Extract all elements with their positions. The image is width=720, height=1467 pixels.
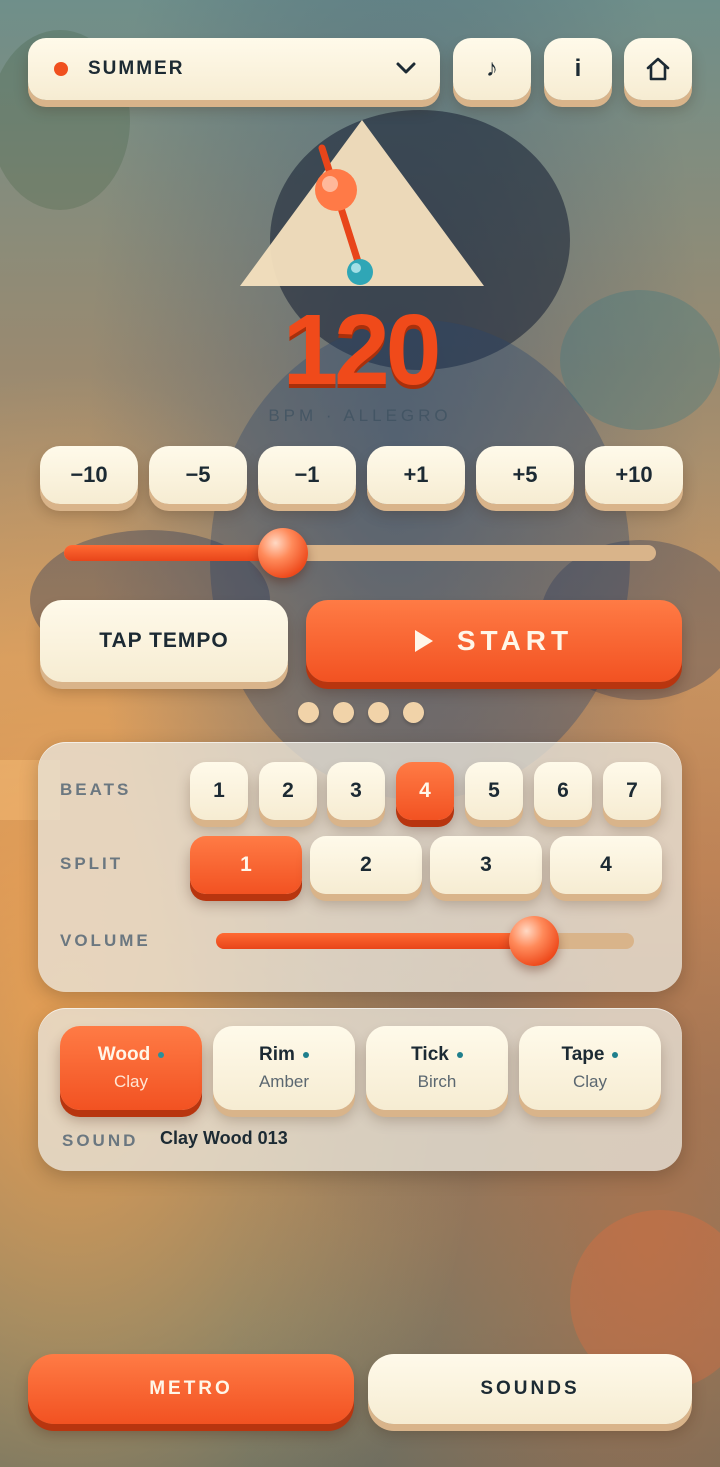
beat-label: 4 bbox=[419, 779, 431, 802]
split-button-selected[interactable]: 1 bbox=[190, 836, 302, 894]
home-button[interactable] bbox=[624, 38, 692, 100]
sound-card-rim[interactable]: Rim Amber bbox=[213, 1026, 355, 1110]
sound-card-name-text: Rim bbox=[259, 1044, 295, 1065]
split-button[interactable]: 3 bbox=[430, 836, 542, 894]
sound-card-sub: Clay bbox=[572, 1072, 607, 1091]
sound-card-name: Rim bbox=[259, 1044, 309, 1066]
sound-card-wood[interactable]: Wood Clay bbox=[60, 1026, 202, 1110]
sound-card-sub: Clay bbox=[113, 1072, 148, 1091]
sound-card-sub: Amber bbox=[258, 1072, 310, 1091]
metro-tab-label: METRO bbox=[149, 1378, 233, 1399]
beats-label: BEATS bbox=[60, 780, 132, 799]
split-value: 3 bbox=[480, 853, 492, 876]
bpm-subtitle: BPM · ALLEGRO bbox=[268, 406, 452, 425]
beat-button-selected[interactable]: 4 bbox=[396, 762, 454, 820]
beat-button[interactable]: 3 bbox=[327, 762, 385, 820]
play-icon bbox=[414, 630, 433, 652]
beat-button[interactable]: 1 bbox=[190, 762, 248, 820]
info-button[interactable]: i bbox=[544, 38, 612, 100]
split-value: 1 bbox=[240, 853, 252, 876]
step-minus-5-button[interactable]: −5 bbox=[149, 446, 247, 504]
music-note-button[interactable]: ♪ bbox=[453, 38, 531, 100]
tempo-slider-thumb[interactable] bbox=[258, 528, 309, 578]
bpm-value: 120 bbox=[282, 294, 442, 406]
page-dot[interactable] bbox=[368, 702, 389, 723]
sound-card-name-text: Tape bbox=[561, 1044, 605, 1065]
split-value: 2 bbox=[360, 853, 372, 876]
page-dot[interactable] bbox=[403, 702, 424, 723]
sound-card-tick[interactable]: Tick Birch bbox=[366, 1026, 508, 1110]
tempo-slider[interactable] bbox=[64, 528, 656, 578]
beat-button[interactable]: 6 bbox=[534, 762, 592, 820]
page-dot[interactable] bbox=[333, 702, 354, 723]
volume-slider-fill bbox=[216, 933, 534, 949]
sound-card-name: Tape bbox=[562, 1044, 619, 1066]
step-plus-1-button[interactable]: +1 bbox=[367, 446, 465, 504]
sound-card-tape[interactable]: Tape Clay bbox=[519, 1026, 661, 1110]
page-indicator bbox=[298, 702, 424, 723]
beat-label: 1 bbox=[213, 779, 225, 802]
beat-label: 5 bbox=[488, 779, 500, 802]
start-label: START bbox=[456, 625, 574, 656]
step-label: +10 bbox=[615, 462, 653, 487]
dot-icon bbox=[456, 1052, 463, 1058]
sound-card-name: Wood bbox=[97, 1044, 165, 1066]
sound-card-name: Tick bbox=[411, 1044, 463, 1066]
sound-card-name-text: Wood bbox=[97, 1044, 151, 1065]
split-label: SPLIT bbox=[60, 854, 124, 873]
step-label: −1 bbox=[294, 462, 320, 487]
volume-slider-thumb[interactable] bbox=[508, 916, 559, 966]
split-button[interactable]: 4 bbox=[550, 836, 662, 894]
beat-label: 6 bbox=[557, 779, 569, 802]
volume-label: VOLUME bbox=[60, 931, 151, 950]
info-icon: i bbox=[574, 55, 582, 82]
step-label: +1 bbox=[403, 462, 429, 487]
step-minus-10-button[interactable]: −10 bbox=[40, 446, 138, 504]
split-button[interactable]: 2 bbox=[310, 836, 422, 894]
step-plus-5-button[interactable]: +5 bbox=[476, 446, 574, 504]
sound-value: Clay Wood 013 bbox=[160, 1128, 288, 1148]
home-icon bbox=[646, 57, 670, 81]
preset-indicator-dot bbox=[54, 62, 68, 76]
beat-button[interactable]: 5 bbox=[465, 762, 523, 820]
sound-label: SOUND bbox=[62, 1131, 139, 1150]
beat-label: 2 bbox=[282, 779, 294, 802]
dot-icon bbox=[612, 1052, 619, 1058]
split-value: 4 bbox=[600, 853, 612, 876]
sound-card-name-text: Tick bbox=[411, 1044, 449, 1065]
sounds-tab-label: SOUNDS bbox=[480, 1378, 580, 1399]
preset-selector[interactable]: SUMMER bbox=[28, 38, 440, 100]
tap-tempo-label: TAP TEMPO bbox=[99, 629, 229, 652]
step-plus-10-button[interactable]: +10 bbox=[585, 446, 683, 504]
dot-icon bbox=[302, 1052, 309, 1058]
beat-label: 3 bbox=[350, 779, 362, 802]
chevron-down-icon bbox=[396, 62, 416, 74]
step-label: +5 bbox=[512, 462, 538, 487]
tempo-slider-fill bbox=[64, 545, 284, 561]
metronome-graphic bbox=[240, 120, 484, 286]
step-minus-1-button[interactable]: −1 bbox=[258, 446, 356, 504]
beat-label: 7 bbox=[626, 779, 638, 802]
sounds-tab-button[interactable]: SOUNDS bbox=[368, 1354, 692, 1424]
preset-label: SUMMER bbox=[88, 58, 185, 79]
volume-slider[interactable] bbox=[216, 916, 634, 966]
selected-dot-icon bbox=[158, 1052, 165, 1058]
step-label: −10 bbox=[70, 462, 108, 487]
page-dot[interactable] bbox=[298, 702, 319, 723]
tap-tempo-button[interactable]: TAP TEMPO bbox=[40, 600, 288, 682]
beat-button[interactable]: 2 bbox=[259, 762, 317, 820]
step-label: −5 bbox=[185, 462, 211, 487]
background-scene bbox=[0, 30, 720, 1390]
metro-tab-button[interactable]: METRO bbox=[28, 1354, 354, 1424]
beat-button[interactable]: 7 bbox=[603, 762, 661, 820]
start-button[interactable]: START bbox=[306, 600, 682, 682]
sound-card-sub: Birch bbox=[417, 1072, 457, 1091]
music-note-icon: ♪ bbox=[486, 55, 498, 82]
